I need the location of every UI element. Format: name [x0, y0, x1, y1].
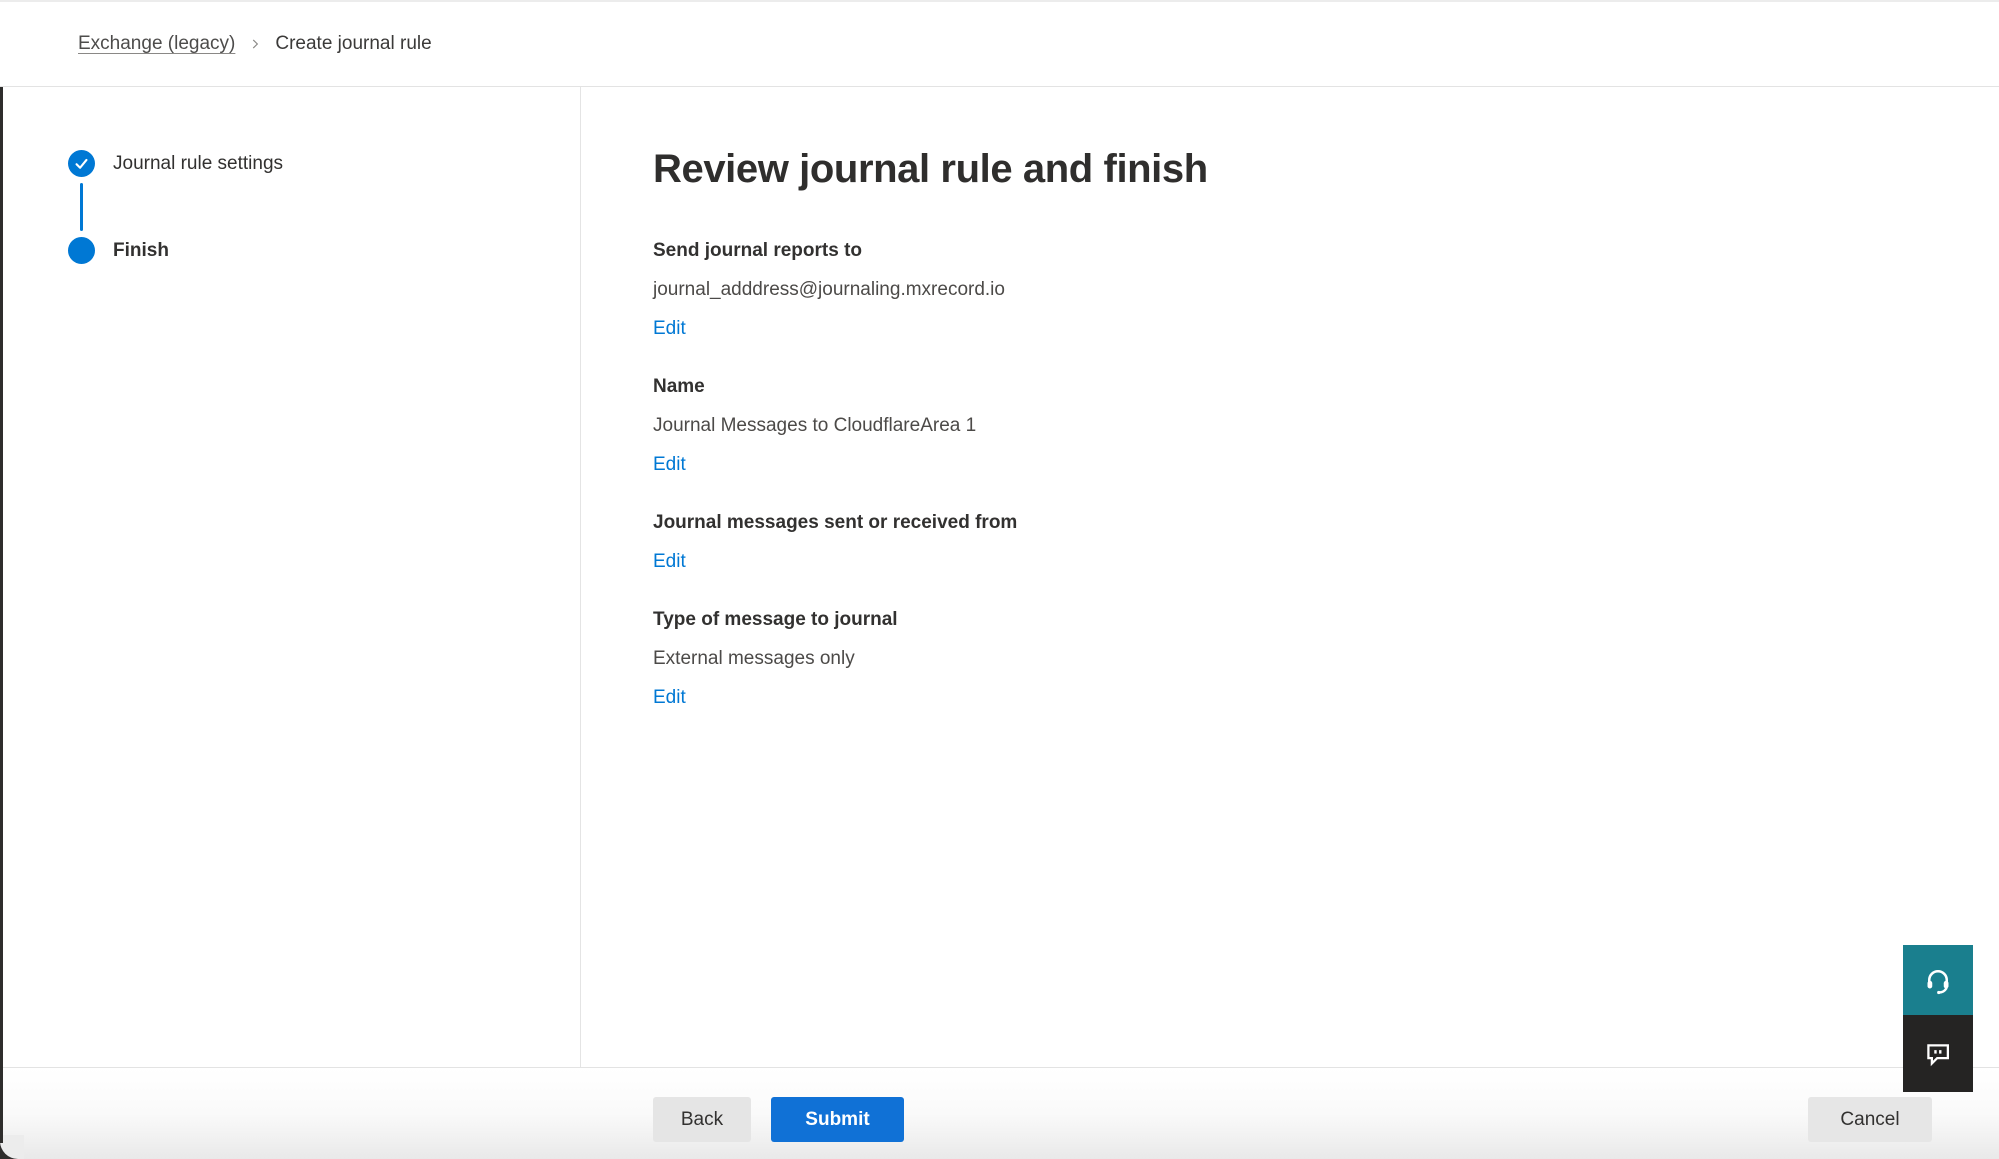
wizard-step-journal-rule-settings[interactable]: Journal rule settings — [68, 150, 580, 177]
wizard-steps-panel: Journal rule settings Finish — [0, 87, 581, 1067]
section-journal-messages-sent-or-received: Journal messages sent or received from E… — [653, 510, 1959, 575]
submit-button[interactable]: Submit — [771, 1097, 904, 1142]
left-edge-strip — [0, 87, 3, 1143]
edit-link-journal-messages[interactable]: Edit — [653, 549, 686, 575]
section-type-of-message: Type of message to journal External mess… — [653, 607, 1959, 711]
chat-bubble-icon — [1922, 1038, 1954, 1070]
step-label-journal-rule-settings: Journal rule settings — [113, 153, 283, 175]
step-label-finish: Finish — [113, 240, 169, 262]
create-journal-rule-window: Exchange (legacy) Create journal rule Jo… — [0, 0, 1999, 1159]
section-label: Name — [653, 374, 1959, 400]
back-button[interactable]: Back — [653, 1097, 751, 1142]
step-completed-check-icon — [68, 150, 95, 177]
wizard-step-finish[interactable]: Finish — [68, 237, 580, 264]
page-title: Review journal rule and finish — [653, 144, 1959, 194]
wizard-body: Journal rule settings Finish Review jour… — [0, 87, 1999, 1067]
section-label: Type of message to journal — [653, 607, 1959, 633]
section-name: Name Journal Messages to CloudflareArea … — [653, 374, 1959, 478]
breadcrumb-bar: Exchange (legacy) Create journal rule — [0, 2, 1999, 87]
cancel-button[interactable]: Cancel — [1808, 1097, 1932, 1142]
edit-link-type-of-message[interactable]: Edit — [653, 685, 686, 711]
edit-link-name[interactable]: Edit — [653, 452, 686, 478]
review-panel: Review journal rule and finish Send jour… — [581, 87, 1999, 1067]
section-value: journal_adddress@journaling.mxrecord.io — [653, 277, 1959, 303]
section-send-journal-reports-to: Send journal reports to journal_adddress… — [653, 238, 1959, 342]
chevron-right-icon — [248, 37, 262, 51]
section-value: Journal Messages to CloudflareArea 1 — [653, 413, 1959, 439]
section-label: Send journal reports to — [653, 238, 1959, 264]
section-label: Journal messages sent or received from — [653, 510, 1959, 536]
edit-link-send-journal-reports[interactable]: Edit — [653, 316, 686, 342]
section-value: External messages only — [653, 646, 1959, 672]
breadcrumb-link-exchange-legacy[interactable]: Exchange (legacy) — [78, 33, 235, 55]
feedback-button[interactable] — [1903, 1015, 1973, 1092]
step-current-dot-icon — [68, 237, 95, 264]
wizard-footer: Back Submit Cancel — [0, 1067, 1999, 1159]
headset-icon — [1923, 965, 1953, 995]
breadcrumb: Exchange (legacy) Create journal rule — [78, 33, 432, 55]
support-button[interactable] — [1903, 945, 1973, 1015]
step-connector-line — [80, 183, 83, 231]
breadcrumb-current-page: Create journal rule — [275, 33, 431, 55]
